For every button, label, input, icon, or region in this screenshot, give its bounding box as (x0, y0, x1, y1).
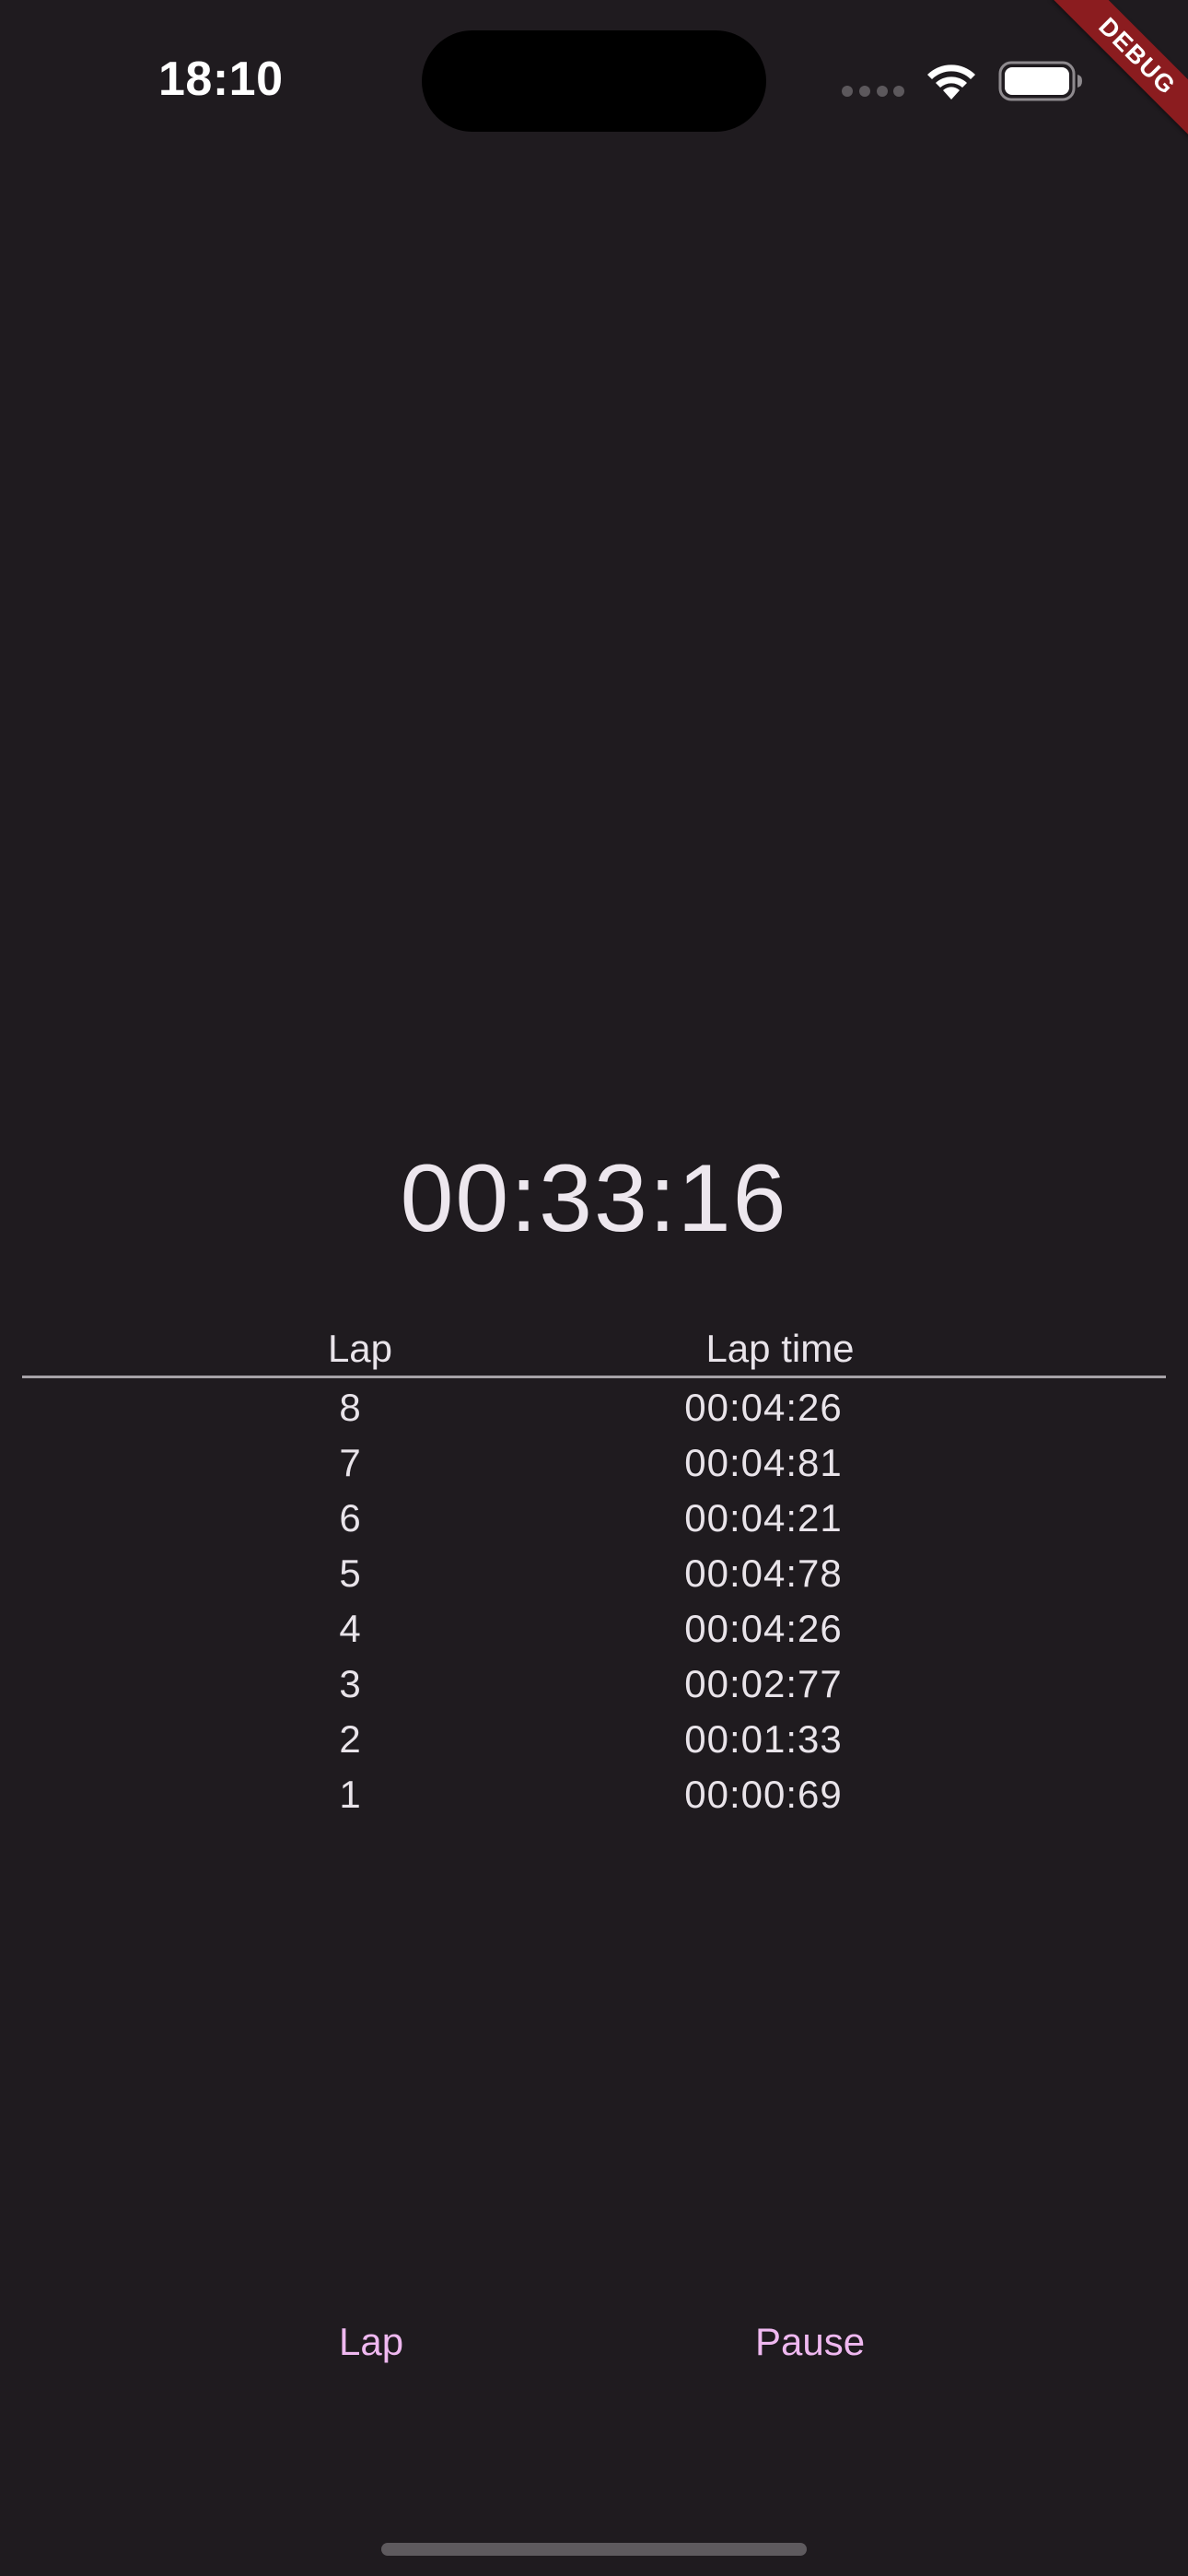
lap-column-header: Lap (327, 1327, 393, 1370)
lap-number: 5 (339, 1551, 361, 1595)
dynamic-island (422, 30, 766, 132)
header-divider (22, 1376, 1166, 1378)
status-time: 18:10 (158, 53, 284, 106)
lap-number: 2 (339, 1717, 361, 1761)
table-row: 8 00:04:26 (0, 1382, 1188, 1437)
cellular-signal-icon (842, 86, 904, 97)
lap-number: 7 (339, 1441, 361, 1484)
table-row: 7 00:04:81 (0, 1437, 1188, 1493)
lap-time: 00:04:78 (684, 1551, 843, 1595)
lap-time: 00:00:69 (684, 1773, 843, 1816)
elapsed-time-display: 00:33:16 (400, 1145, 788, 1252)
table-row: 1 00:00:69 (0, 1769, 1188, 1824)
lap-time: 00:04:26 (684, 1386, 843, 1429)
table-row: 4 00:04:26 (0, 1603, 1188, 1658)
lap-number: 4 (339, 1607, 361, 1650)
pause-button[interactable]: Pause (737, 2314, 883, 2370)
home-indicator[interactable] (381, 2543, 807, 2556)
lap-time: 00:01:33 (684, 1717, 843, 1761)
lap-number: 3 (339, 1662, 361, 1705)
lap-time: 00:04:81 (684, 1441, 843, 1484)
lap-time: 00:02:77 (684, 1662, 843, 1705)
table-row: 5 00:04:78 (0, 1548, 1188, 1603)
lap-time-column-header: Lap time (705, 1327, 855, 1370)
lap-number: 1 (339, 1773, 361, 1816)
lap-button[interactable]: Lap (320, 2314, 422, 2370)
table-row: 6 00:04:21 (0, 1493, 1188, 1548)
debug-banner: DEBUG (1022, 0, 1188, 166)
lap-time: 00:04:26 (684, 1607, 843, 1650)
lap-time: 00:04:21 (684, 1496, 843, 1540)
lap-table-header: Lap Lap time (0, 1327, 1188, 1373)
lap-number: 8 (339, 1386, 361, 1429)
wifi-icon (927, 64, 975, 100)
lap-number: 6 (339, 1496, 361, 1540)
table-row: 3 00:02:77 (0, 1658, 1188, 1714)
lap-list: 8 00:04:26 7 00:04:81 6 00:04:21 5 00:04… (0, 1382, 1188, 1824)
table-row: 2 00:01:33 (0, 1714, 1188, 1769)
debug-banner-label: DEBUG (1052, 0, 1188, 142)
